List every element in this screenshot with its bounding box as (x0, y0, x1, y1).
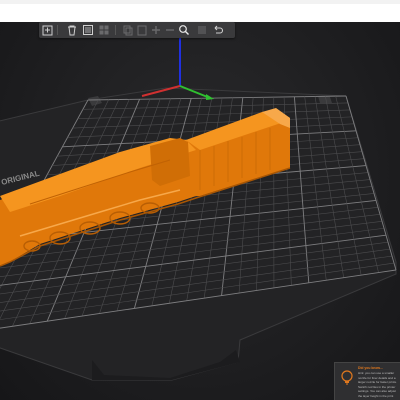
add-instance-button[interactable] (149, 23, 163, 37)
toolbar-separator (57, 25, 58, 35)
top-toolbar (39, 22, 235, 38)
lightbulb-icon (341, 370, 353, 385)
add-button[interactable] (41, 23, 55, 37)
notification-body: Did you know... Hint: you can use a smal… (358, 366, 398, 400)
search-icon (179, 25, 189, 35)
hint-notification[interactable]: Did you know... Hint: you can use a smal… (334, 362, 400, 400)
copy-icon (123, 25, 133, 36)
search-button[interactable] (177, 23, 191, 37)
remove-instance-icon (166, 29, 174, 31)
scene: ORIGINAL (0, 28, 397, 381)
layers-editing-button[interactable] (195, 23, 209, 37)
layers-editing-icon (198, 26, 206, 34)
undo-icon (214, 25, 224, 34)
undo-button[interactable] (211, 23, 225, 37)
add-icon (42, 25, 53, 36)
delete-all-icon (83, 25, 93, 35)
delete-button[interactable] (65, 23, 79, 37)
arrange-icon (99, 25, 109, 35)
paste-icon (137, 25, 147, 36)
remove-instance-button[interactable] (163, 23, 177, 37)
delete-icon (68, 25, 76, 36)
toolbar-separator (115, 25, 116, 35)
notification-text: Hint: you can use a smaller nozzle for f… (358, 371, 398, 400)
paste-button[interactable] (135, 23, 149, 37)
bed-rear-tab-right (318, 96, 332, 103)
delete-all-button[interactable] (81, 23, 95, 37)
add-instance-icon (152, 26, 160, 34)
arrange-button[interactable] (97, 23, 111, 37)
copy-button[interactable] (121, 23, 135, 37)
